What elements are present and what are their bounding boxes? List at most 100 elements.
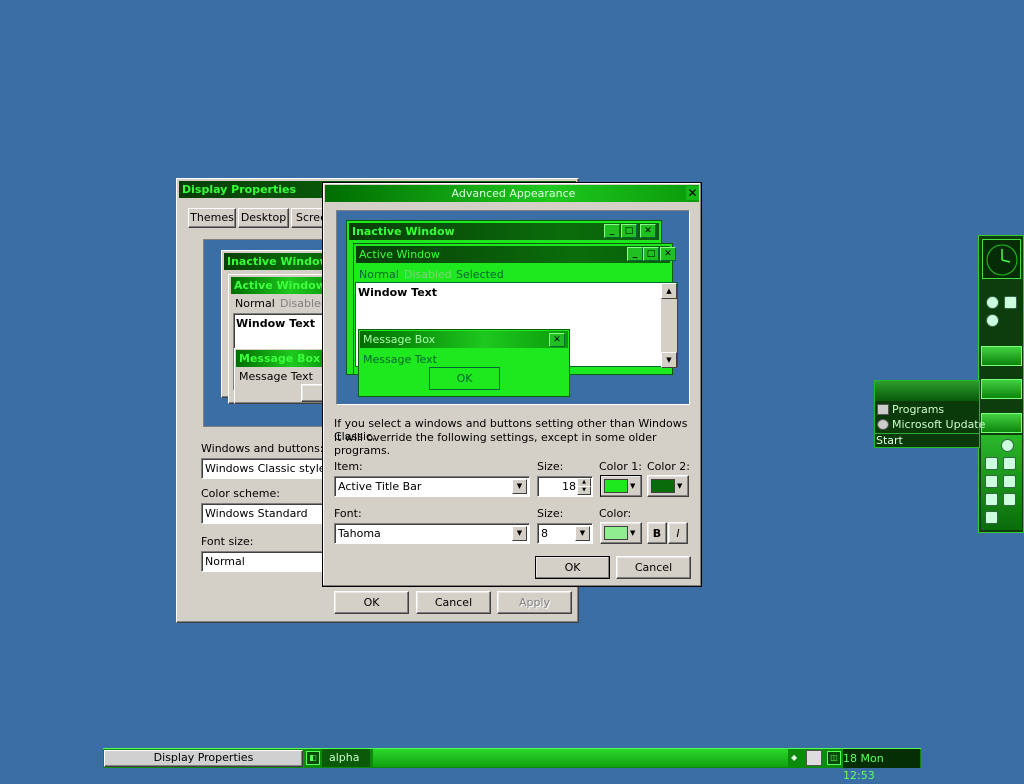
adv-preview-scrollbar: ▲ ▼ <box>661 283 677 368</box>
scroll-down-icon: ▼ <box>661 352 677 368</box>
font-color-swatch <box>604 526 628 540</box>
advanced-cancel-button[interactable]: Cancel <box>616 556 691 579</box>
archive-icon[interactable] <box>985 511 998 524</box>
tray-clock[interactable]: 18 Mon 12:53 <box>843 749 920 782</box>
start-menu-header <box>875 381 979 401</box>
recycle-icon[interactable] <box>985 493 998 506</box>
advanced-title: Advanced Appearance <box>451 187 576 200</box>
advanced-appearance-window: Advanced Appearance ✕ Inactive Window _ … <box>322 182 702 587</box>
italic-toggle[interactable]: I <box>668 522 688 544</box>
chevron-down-icon: ▼ <box>677 482 683 490</box>
network-tray-icon[interactable] <box>806 750 822 766</box>
tray-window-icon[interactable]: ◫ <box>827 751 841 765</box>
font-color-picker[interactable]: ▼ <box>600 522 642 544</box>
dock-slot-2[interactable] <box>981 379 1022 399</box>
font-size-label: Size: <box>537 507 564 520</box>
maximize-icon: □ <box>621 224 637 238</box>
start-menu: Programs Microsoft Update Start <box>874 380 985 448</box>
media-player-icon[interactable] <box>986 314 999 327</box>
font-size-label: Font size: <box>201 535 254 548</box>
color1-picker[interactable]: ▼ <box>600 475 642 497</box>
update-icon <box>877 419 889 430</box>
tab-desktop[interactable]: Desktop <box>238 208 289 228</box>
font-label: Font: <box>334 507 362 520</box>
tray-dot-icon[interactable]: ◆ <box>791 751 801 765</box>
color1-label: Color 1: <box>599 460 642 473</box>
advanced-ok-button[interactable]: OK <box>535 556 610 579</box>
workspace-icon[interactable]: ◧ <box>306 751 320 765</box>
start-menu-item-programs[interactable]: Programs <box>877 403 977 417</box>
folder-icon <box>877 404 889 415</box>
chevron-down-icon: ▼ <box>630 529 636 537</box>
adv-preview-menu-normal: Normal <box>359 268 399 281</box>
browser-icon[interactable] <box>1001 439 1014 452</box>
browser-icon[interactable] <box>986 296 999 309</box>
preview-msg-text: Message Text <box>239 370 313 383</box>
chevron-down-icon[interactable]: ▼ <box>575 526 590 541</box>
chevron-down-icon[interactable]: ▼ <box>512 526 527 541</box>
printer-icon[interactable] <box>985 457 998 470</box>
chevron-down-icon[interactable]: ▼ <box>512 479 527 494</box>
trash-icon[interactable] <box>985 475 998 488</box>
network-icon[interactable] <box>1003 457 1016 470</box>
ok-button[interactable]: OK <box>334 591 409 614</box>
adv-preview-active-titlebar: Active Window <box>356 246 670 263</box>
preview-menu-normal: Normal <box>235 297 275 310</box>
tab-themes[interactable]: Themes <box>188 208 236 228</box>
clock-icon[interactable] <box>982 239 1021 279</box>
minimize-icon: _ <box>627 247 643 261</box>
color2-picker[interactable]: ▼ <box>647 475 689 497</box>
taskbar: Display Properties ◧ alpha ◆ ◫ 18 Mon 12… <box>103 748 921 782</box>
close-icon: ✕ <box>640 224 656 238</box>
advanced-titlebar[interactable]: Advanced Appearance <box>325 185 699 202</box>
font-size-select[interactable]: Normal <box>201 551 325 572</box>
adv-preview-menu-disabled: Disabled <box>404 268 452 281</box>
chevron-down-icon: ▼ <box>630 482 636 490</box>
start-menu-item-microsoft-update[interactable]: Microsoft Update <box>877 418 985 432</box>
close-icon: ✕ <box>660 247 676 261</box>
apply-button[interactable]: Apply <box>497 591 572 614</box>
display-properties-title: Display Properties <box>182 183 297 196</box>
windows-buttons-select[interactable]: Windows Classic style <box>201 458 326 479</box>
preview-msg-title: Message Box <box>236 350 329 367</box>
item-size-label: Size: <box>537 460 564 473</box>
settings-icon[interactable] <box>1003 493 1016 506</box>
font-select[interactable]: Tahoma ▼ <box>334 523 530 544</box>
cancel-button[interactable]: Cancel <box>416 591 491 614</box>
adv-preview-msg-titlebar: Message Box <box>360 331 568 348</box>
item-select[interactable]: Active Title Bar ▼ <box>334 476 530 497</box>
scroll-up-icon: ▲ <box>661 283 677 299</box>
font-size-select[interactable]: 8 ▼ <box>537 523 593 544</box>
color2-swatch <box>651 479 675 493</box>
dock-panel <box>978 235 1024 533</box>
item-size-spinner[interactable]: 18 ▲ ▼ <box>537 476 593 497</box>
color-scheme-select[interactable]: Windows Standard <box>201 503 325 524</box>
preview-message-box: Message Box Message Text <box>234 348 331 404</box>
spin-down-icon[interactable]: ▼ <box>577 486 591 495</box>
adv-preview-message-box: Message Box ✕ Message Text OK <box>358 329 570 397</box>
color2-label: Color 2: <box>647 460 690 473</box>
advanced-close-button[interactable]: ✕ <box>686 186 699 200</box>
item-label: Item: <box>334 460 363 473</box>
dock-slot-1[interactable] <box>981 346 1022 366</box>
font-color-label: Color: <box>599 507 632 520</box>
workspace-alpha[interactable]: alpha <box>322 749 370 767</box>
color1-swatch <box>604 479 628 493</box>
file-icon[interactable] <box>1004 296 1017 309</box>
taskbar-task-display-properties[interactable]: Display Properties <box>104 750 303 767</box>
appearance-preview: Inactive Window Active Window Normal Dis… <box>203 239 333 427</box>
preview-inactive-title: Inactive Window <box>224 253 330 270</box>
advanced-preview: Inactive Window _ □ ✕ Active Window _ □ … <box>336 210 690 405</box>
minimize-icon: _ <box>604 224 620 238</box>
folder-icon[interactable] <box>1003 475 1016 488</box>
dock-slot-3[interactable] <box>981 413 1022 433</box>
info-text-line2: it will override the following settings,… <box>334 431 657 457</box>
close-icon: ✕ <box>549 333 565 347</box>
bold-toggle[interactable]: B <box>647 522 667 544</box>
adv-preview-window-text: Window Text <box>358 286 438 299</box>
preview-window-text: Window Text <box>236 317 316 330</box>
preview-menu-disabled: Disabled <box>280 297 328 310</box>
start-button[interactable]: Start <box>875 433 979 447</box>
adv-preview-msg-text: Message Text <box>363 353 437 366</box>
windows-buttons-label: Windows and buttons: <box>201 442 324 455</box>
